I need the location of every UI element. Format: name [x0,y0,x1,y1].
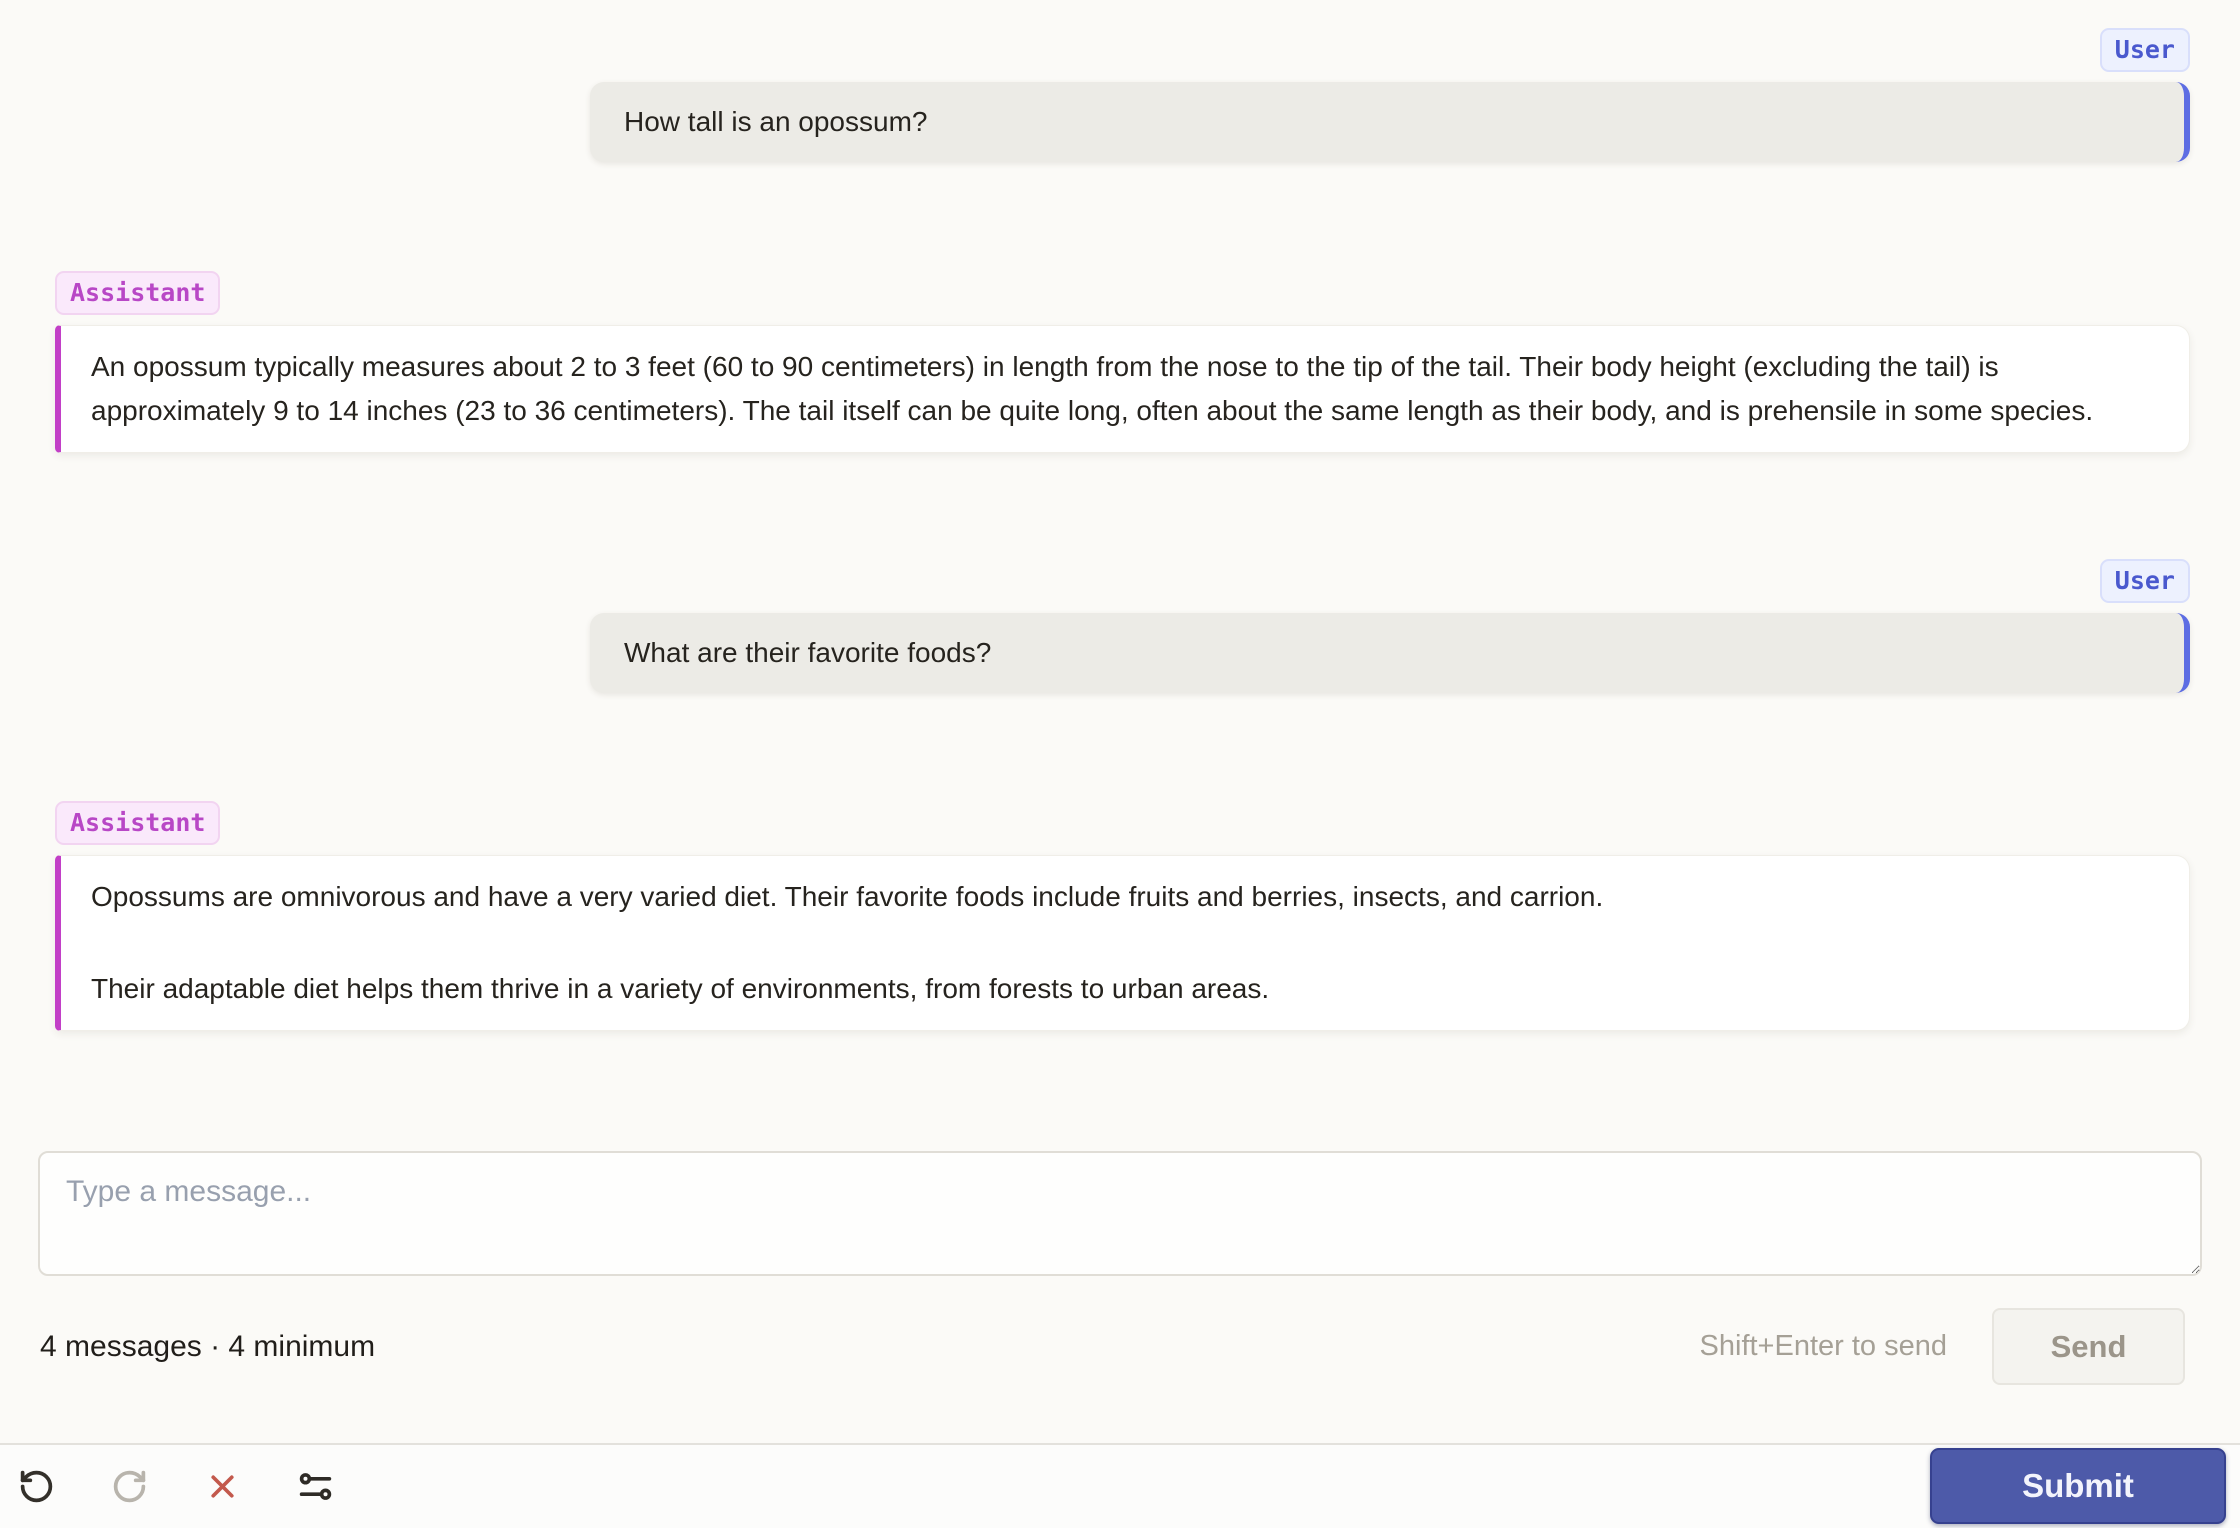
message-group-assistant: Assistant An opossum typically measures … [55,271,2190,453]
chat-area: User How tall is an opossum? Assistant A… [0,0,2240,1031]
user-message-bubble: How tall is an opossum? [590,82,2190,162]
assistant-role-badge: Assistant [55,801,221,845]
submit-button[interactable]: Submit [1930,1447,2226,1524]
undo-icon [20,1470,52,1503]
message-paragraph: Their adaptable diet helps them thrive i… [91,973,1270,1004]
user-message-bubble: What are their favorite foods? [590,613,2190,693]
composer-status-row: 4 messages · 4 minimum Shift+Enter to se… [0,1308,2240,1385]
close-icon [210,1475,234,1498]
message-header: User [55,28,2190,72]
redo-icon [113,1470,145,1503]
message-group-user: User What are their favorite foods? [55,559,2190,693]
send-button[interactable]: Send [1992,1308,2185,1385]
sliders-icon [299,1473,331,1500]
message-count-status: 4 messages · 4 minimum [40,1329,376,1363]
redo-button[interactable] [107,1465,151,1509]
message-header: Assistant [55,271,2190,315]
settings-button[interactable] [293,1465,337,1509]
assistant-role-badge: Assistant [55,271,221,315]
message-text: What are their favorite foods? [624,637,992,668]
clear-button[interactable] [200,1465,244,1509]
message-header: Assistant [55,801,2190,845]
user-role-badge: User [2099,559,2190,603]
message-text: How tall is an opossum? [624,106,928,137]
message-group-assistant: Assistant Opossums are omnivorous and ha… [55,801,2190,1031]
message-paragraph: Opossums are omnivorous and have a very … [91,881,1604,912]
message-input[interactable] [38,1151,2202,1276]
message-group-user: User How tall is an opossum? [55,28,2190,162]
composer [0,1151,2240,1276]
message-header: User [55,559,2190,603]
undo-button[interactable] [14,1465,58,1509]
assistant-message-bubble: An opossum typically measures about 2 to… [55,325,2190,453]
user-role-badge: User [2099,28,2190,72]
bottom-toolbar: Submit [0,1443,2240,1528]
assistant-message-bubble: Opossums are omnivorous and have a very … [55,855,2190,1031]
message-paragraph: An opossum typically measures about 2 to… [91,351,2094,426]
send-hint: Shift+Enter to send [1699,1330,1947,1362]
chat-panel: User How tall is an opossum? Assistant A… [0,0,2240,1443]
